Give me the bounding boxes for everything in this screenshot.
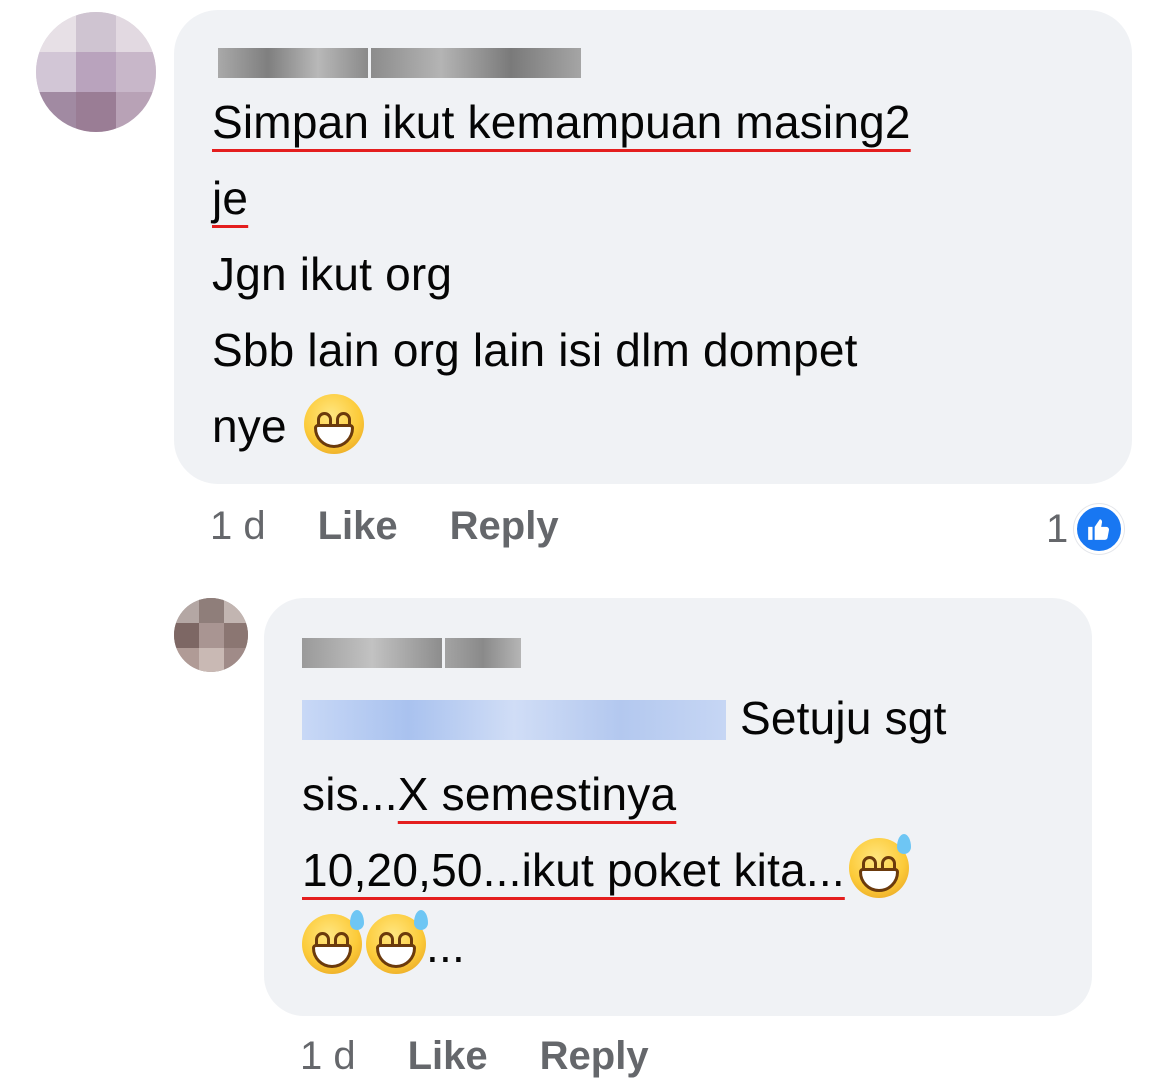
reply-button[interactable]: Reply: [540, 1034, 649, 1079]
grinning-face-with-sweat-icon: [366, 910, 428, 974]
grinning-face-with-sweat-icon: [302, 910, 364, 974]
reaction-count: 1: [1046, 506, 1069, 551]
timestamp[interactable]: 1 d: [300, 1034, 356, 1079]
mentioned-user-tag[interactable]: [302, 700, 726, 740]
thumbs-up-icon: [1074, 504, 1125, 554]
comment-bubble: Simpan ikut kemampuan masing2 je Jgn iku…: [174, 10, 1132, 484]
grinning-face-icon: [303, 394, 364, 454]
grinning-face-with-sweat-icon: [848, 834, 911, 898]
timestamp[interactable]: 1 d: [210, 504, 266, 549]
reply-actions: 1 d Like Reply: [300, 1034, 701, 1079]
reply-button[interactable]: Reply: [450, 504, 559, 549]
like-button[interactable]: Like: [318, 504, 398, 549]
replier-name[interactable]: [302, 638, 521, 668]
comment-actions: 1 d Like Reply: [210, 504, 611, 549]
comment-text: Simpan ikut kemampuan masing2 je Jgn iku…: [212, 96, 911, 454]
reply-bubble: Setuju sgt sis...X semestinya 10,20,50..…: [264, 598, 1092, 1016]
reaction-summary[interactable]: 1: [1046, 504, 1125, 554]
commenter-name[interactable]: [218, 48, 581, 78]
like-button[interactable]: Like: [408, 1034, 488, 1079]
avatar[interactable]: [174, 598, 248, 672]
reply-text: Setuju sgt sis...X semestinya 10,20,50..…: [302, 692, 947, 974]
avatar[interactable]: [36, 12, 156, 132]
